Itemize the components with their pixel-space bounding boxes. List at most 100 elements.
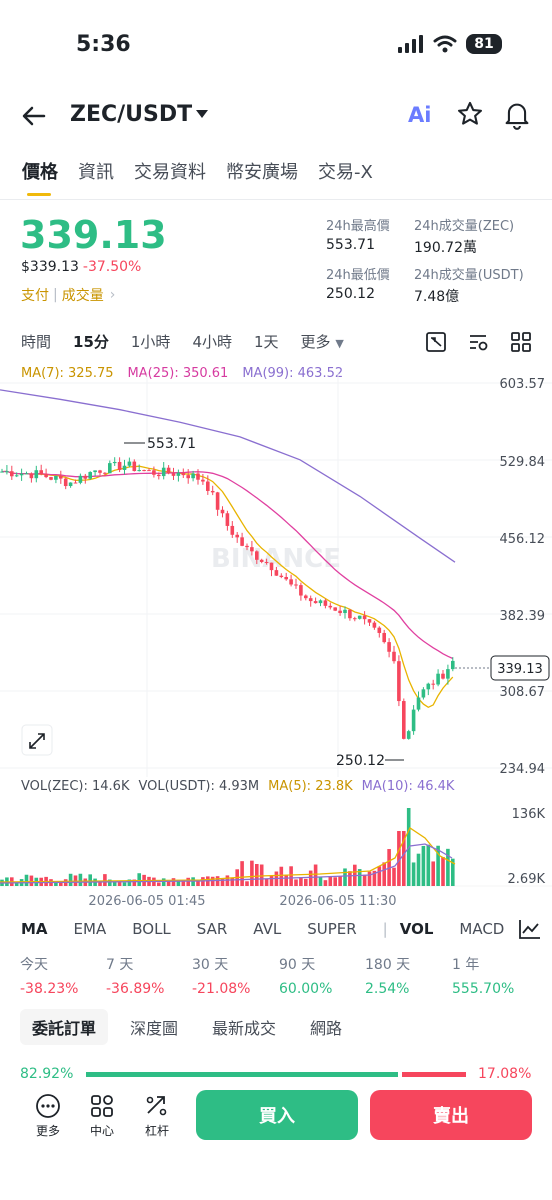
tab-order-book[interactable]: 委託訂單 — [20, 1009, 109, 1045]
perf-label: 7 天 — [106, 957, 134, 973]
buy-button[interactable]: 買入 — [196, 1090, 358, 1140]
candle — [44, 473, 48, 478]
volume-bar — [186, 877, 190, 886]
candle — [10, 471, 14, 477]
y-tick: 529.84 — [500, 455, 546, 470]
bell-icon[interactable] — [503, 100, 531, 130]
tab-network[interactable]: 網路 — [298, 1009, 354, 1045]
tab-latest-trades[interactable]: 最新成交 — [200, 1009, 288, 1045]
main-tabs: 價格 資訊 交易資料 幣安廣場 交易-X — [22, 158, 373, 184]
pay-link[interactable]: 支付 — [21, 285, 49, 305]
depth-tool-icon[interactable] — [425, 331, 447, 353]
nav-more[interactable]: 更多 — [26, 1093, 70, 1139]
candle — [382, 632, 386, 643]
candle — [161, 467, 166, 477]
candle — [54, 475, 58, 480]
stat-low: 24h最低價 250.12 — [326, 264, 390, 302]
candle — [357, 615, 362, 619]
order-tabs: 委託訂單 深度圖 最新成交 網路 — [20, 1009, 354, 1045]
grid-layout-icon[interactable] — [510, 331, 532, 353]
stat-vol-zec: 24h成交量(ZEC) 190.72萬 — [414, 215, 514, 257]
y-tick: 603.57 — [500, 377, 546, 392]
perf-value: 60.00% — [279, 981, 333, 997]
candle — [171, 473, 176, 476]
perf-label: 今天 — [20, 957, 48, 973]
candle — [348, 609, 352, 619]
volume-bar — [426, 844, 431, 886]
chart-settings-icon[interactable] — [467, 331, 489, 353]
perf-label: 180 天 — [365, 957, 411, 973]
indicator-macd[interactable]: MACD — [459, 920, 504, 938]
tab-trading-data[interactable]: 交易資料 — [134, 158, 206, 184]
volume-bar — [308, 870, 313, 886]
candle — [215, 492, 220, 510]
tab-square[interactable]: 幣安廣場 — [226, 158, 298, 184]
y-tick: 456.12 — [500, 532, 546, 547]
price-axis: 603.57 529.84 456.12 382.39 308.67 234.9… — [500, 377, 546, 777]
candle — [250, 547, 254, 552]
tab-depth[interactable]: 深度圖 — [118, 1009, 190, 1045]
candlestick-chart[interactable]: BINANCE 603.57 529.84 456.12 382.39 308.… — [0, 372, 552, 777]
candle — [402, 701, 406, 739]
pair-title[interactable]: ZEC/USDT — [70, 102, 192, 127]
volume-chart[interactable]: 136K 2.69K 2026-06-05 01:45 2026-06-05 1… — [0, 796, 552, 906]
x-tick: 2026-06-05 11:30 — [279, 894, 396, 906]
volume-ma-lines — [0, 827, 456, 884]
interval-4h[interactable]: 4小時 — [192, 331, 232, 352]
indicator-ma[interactable]: MA — [21, 920, 48, 938]
tab-price[interactable]: 價格 — [22, 158, 58, 184]
volume-bar — [78, 873, 83, 886]
sell-button[interactable]: 賣出 — [370, 1090, 532, 1140]
volume-bar — [294, 879, 298, 886]
stat-low-label: 24h最低價 — [326, 268, 390, 283]
interval-1d[interactable]: 1天 — [254, 331, 279, 352]
indicator-avl[interactable]: AVL — [253, 920, 281, 938]
interval-time[interactable]: 時間 — [21, 331, 51, 352]
y-tick: 308.67 — [500, 685, 546, 700]
volume-bar — [313, 864, 318, 886]
nav-leverage-label: 杠杆 — [144, 1124, 169, 1138]
nav-center[interactable]: 中心 — [80, 1093, 124, 1139]
candle — [353, 618, 357, 620]
volume-bar — [122, 882, 127, 886]
volume-bar — [348, 871, 352, 886]
interval-15m[interactable]: 15分 — [73, 331, 109, 352]
indicator-chart-icon[interactable] — [518, 918, 542, 940]
candle — [235, 534, 239, 538]
chevron-down-icon[interactable] — [196, 110, 208, 118]
stat-high-label: 24h最高價 — [326, 219, 390, 234]
indicator-vol[interactable]: VOL — [400, 920, 434, 938]
stat-low-value: 250.12 — [326, 286, 375, 302]
candle — [436, 673, 440, 685]
buy-ratio-bar — [86, 1072, 398, 1077]
candle — [255, 551, 259, 560]
ai-icon[interactable]: Ai — [408, 103, 431, 127]
candle — [191, 473, 195, 479]
volume-bar — [264, 878, 269, 886]
interval-1h[interactable]: 1小時 — [131, 331, 171, 352]
indicator-ema[interactable]: EMA — [74, 920, 107, 938]
candle — [451, 660, 455, 670]
chevron-right-icon[interactable]: › — [110, 287, 116, 303]
candle — [176, 472, 181, 476]
perf-value: 555.70% — [452, 981, 515, 997]
interval-more-label: 更多 — [300, 333, 331, 351]
volume-bar — [328, 876, 333, 886]
nav-leverage[interactable]: 杠杆 — [135, 1093, 179, 1139]
candle — [93, 470, 97, 473]
indicator-super[interactable]: SUPER — [307, 920, 356, 938]
interval-more[interactable]: 更多 ▼ — [301, 331, 344, 352]
tab-info[interactable]: 資訊 — [78, 158, 114, 184]
volume-link[interactable]: 成交量 — [62, 285, 104, 305]
star-icon[interactable] — [456, 100, 484, 128]
candle — [68, 482, 73, 487]
candle — [132, 461, 137, 472]
center-icon — [91, 1095, 113, 1117]
vol-legend: VOL(ZEC): 14.6K VOL(USDT): 4.93M MA(5): … — [21, 779, 454, 794]
x-tick: 2026-06-05 01:45 — [88, 894, 205, 906]
indicator-sar[interactable]: SAR — [197, 920, 227, 938]
indicator-boll[interactable]: BOLL — [132, 920, 171, 938]
tab-trade-x[interactable]: 交易-X — [318, 158, 373, 184]
volume-bar — [382, 862, 386, 886]
back-arrow-icon[interactable] — [18, 100, 50, 132]
